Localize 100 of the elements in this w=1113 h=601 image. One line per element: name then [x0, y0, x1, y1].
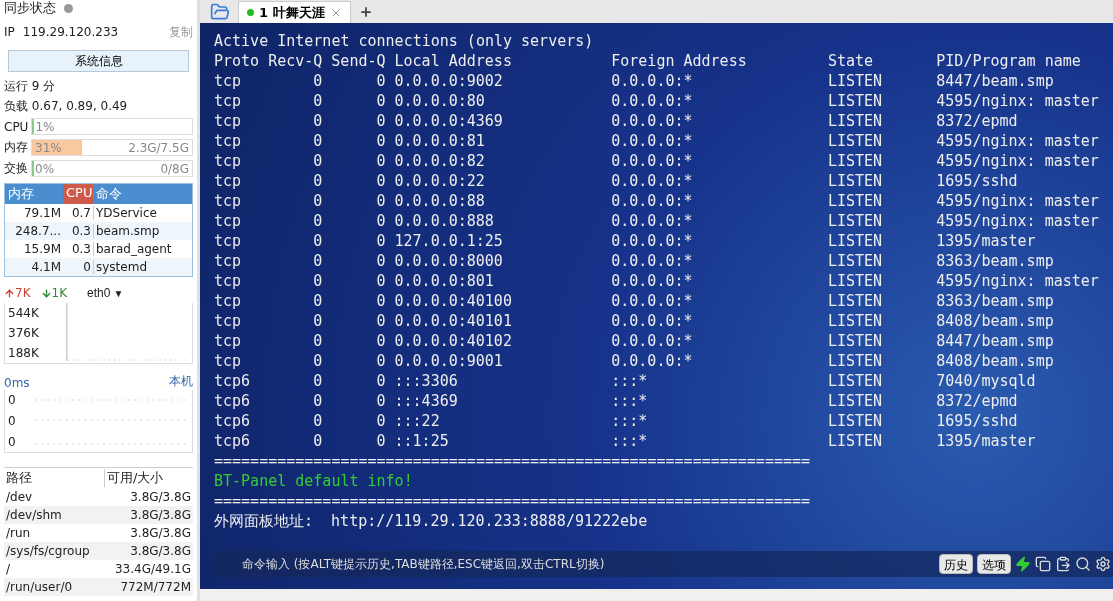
terminal-cell-text: 0.0.0.0:40102	[394, 331, 513, 351]
terminal-cell-text: 4595/nginx: master	[936, 211, 1100, 231]
terminal-cell-text: 0	[375, 311, 386, 331]
search-icon[interactable]	[1075, 556, 1091, 572]
terminal-cell-text: 0.0.0.0:8000	[394, 251, 504, 271]
settings-icon[interactable]	[1095, 556, 1111, 572]
terminal-cell-text: 0.0.0.0:82	[394, 151, 486, 171]
terminal-cell-text: 0.0.0.0:40101	[394, 311, 513, 331]
table-cell-text: 3.8G/3.8G	[129, 526, 192, 540]
terminal-cell-text: LISTEN	[827, 131, 884, 151]
terminal-cell-text: 0.0.0.0:*	[611, 291, 694, 311]
terminal-cell-text: 1695/sshd	[936, 411, 1019, 431]
sync-status-label: 同步状态	[4, 0, 56, 17]
column-header[interactable]: 路径	[4, 469, 104, 487]
meter-detail: 2.3G/7.5G	[128, 140, 189, 155]
terminal-cell-text: 0	[375, 391, 386, 411]
terminal-cell-text: 0.0.0.0:*	[611, 111, 694, 131]
column-header[interactable]: CPU	[63, 184, 93, 204]
terminal-cell-text: 0	[312, 371, 323, 391]
terminal-cell-text: 0.0.0.0:*	[611, 151, 694, 171]
copy-icon[interactable]	[1035, 556, 1051, 572]
terminal-cell-text: 7040/mysqld	[936, 371, 1037, 391]
terminal-cell-text: 0	[312, 191, 323, 211]
terminal-cell-text: tcp	[214, 311, 243, 331]
terminal-cell-text: 0	[375, 211, 386, 231]
terminal-cell-text: 0	[312, 271, 323, 291]
terminal-cell-text: tcp6	[214, 411, 252, 431]
terminal-cell-text: ::1:25	[394, 431, 450, 451]
terminal-cell-text: LISTEN	[827, 371, 884, 391]
axis-label: 0	[8, 434, 17, 449]
terminal-cell-text: 127.0.0.1:25	[394, 231, 504, 251]
paste-icon[interactable]	[1055, 556, 1071, 572]
terminal-cell-text: 0	[312, 411, 323, 431]
terminal-header: Foreign Address	[611, 51, 748, 71]
terminal-cell-text: LISTEN	[827, 411, 884, 431]
terminal-cell-text: 0	[312, 231, 323, 251]
meter-label: 内存	[4, 139, 28, 156]
terminal-line: 外网面板地址: http://119.29.120.233:8888/91222ebe	[214, 511, 649, 531]
terminal-cell-text: 0.0.0.0:9002	[394, 71, 504, 91]
terminal-cell-text: 0	[312, 131, 323, 151]
terminal-cell-text: 0	[375, 271, 386, 291]
table-cell-text: 0.7	[70, 206, 92, 220]
terminal-cell-text: 0	[312, 351, 323, 371]
command-button[interactable]: 选项	[977, 554, 1011, 574]
terminal-cell-text: 8363/beam.smp	[936, 251, 1055, 271]
terminal-cell-text: tcp	[214, 171, 243, 191]
meter-value: 0%	[35, 161, 55, 176]
table-cell: beam.smp	[93, 224, 192, 238]
terminal-cell-text: 0	[312, 391, 323, 411]
terminal-cell-text: tcp	[214, 71, 243, 91]
terminal-cell-text: LISTEN	[827, 271, 884, 291]
terminal-cell-text: 0	[312, 71, 323, 91]
session-tab[interactable]: 1 叶舞天涯	[238, 1, 351, 23]
meter-value: 31%	[35, 140, 62, 155]
ping-target: 本机	[169, 373, 193, 390]
command-input[interactable]: 命令输入 (按ALT键提示历史,TAB键路径,ESC键返回,双击CTRL切换)	[240, 556, 939, 572]
terminal-cell-text: LISTEN	[827, 251, 884, 271]
terminal-cell-text: LISTEN	[827, 391, 884, 411]
table-cell-text: 248.7...	[14, 224, 62, 238]
command-button[interactable]: 历史	[939, 554, 973, 574]
terminal-cell-text: 8408/beam.smp	[936, 311, 1055, 331]
interface-dropdown[interactable]: eth0 ▼	[87, 286, 124, 300]
ip-address: 119.29.120.233	[22, 25, 119, 39]
terminal-cell-text: tcp	[214, 271, 243, 291]
terminal-cell-text: :::*	[611, 431, 649, 451]
terminal-cell-text: 0	[312, 291, 323, 311]
load-text: 负载 0.67, 0.89, 0.49	[4, 97, 128, 115]
system-info-button[interactable]: 系统信息	[8, 50, 189, 72]
table-cell-text: 15.9M	[22, 242, 62, 256]
terminal-cell-text: 0.0.0.0:80	[394, 91, 486, 111]
terminal-cell-text: 8372/epmd	[936, 391, 1019, 411]
terminal-cell-text: :::*	[611, 391, 649, 411]
table-cell-text: /sys/fs/cgroup	[5, 544, 91, 558]
column-header[interactable]: 可用/大小	[104, 469, 193, 487]
terminal-cell-text: 0.0.0.0:*	[611, 331, 694, 351]
terminal-cell-text: tcp	[214, 231, 243, 251]
table-cell-text: 0	[82, 260, 92, 274]
axis-label: 0	[8, 393, 17, 408]
command-field[interactable]: 命令输入 (按ALT键提示历史,TAB键路径,ESC键返回,双击CTRL切换)	[214, 551, 939, 577]
terminal-cell-text: 0.0.0.0:*	[611, 231, 694, 251]
terminal-cell-text: tcp	[214, 331, 243, 351]
terminal-cell-text: 0.0.0.0:*	[611, 251, 694, 271]
terminal-cell-text: tcp	[214, 111, 243, 131]
lightning-icon[interactable]	[1015, 556, 1031, 572]
terminal-cell-text: 0	[375, 191, 386, 211]
terminal-cell-text: 0.0.0.0:*	[611, 351, 694, 371]
terminal-header: PID/Program name	[936, 51, 1082, 71]
terminal-cell-text: tcp6	[214, 391, 252, 411]
terminal-cell-text: 0	[312, 151, 323, 171]
terminal-cell-text: LISTEN	[827, 171, 884, 191]
terminal-cell-text: 1695/sshd	[936, 171, 1019, 191]
terminal-cell-text: LISTEN	[827, 151, 884, 171]
terminal-cell-text: tcp	[214, 291, 243, 311]
terminal-cell-text: tcp	[214, 151, 243, 171]
table-cell-text: /dev/shm	[5, 508, 63, 522]
terminal-cell-text: 0	[375, 371, 386, 391]
terminal-cell-text: tcp	[214, 91, 243, 111]
upload-icon	[4, 287, 15, 299]
table-cell: systemd	[93, 260, 192, 274]
terminal-cell-text: 0	[375, 171, 386, 191]
